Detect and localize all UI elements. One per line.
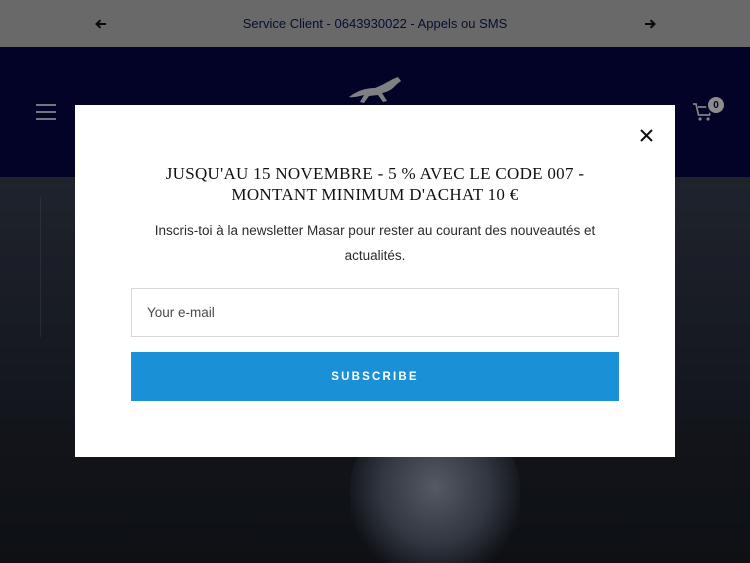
subscribe-button[interactable]: SUBSCRIBE — [131, 352, 619, 401]
newsletter-popup: JUSQU'AU 15 NOVEMBRE - 5 % AVEC LE CODE … — [75, 105, 675, 457]
popup-title: JUSQU'AU 15 NOVEMBRE - 5 % AVEC LE CODE … — [115, 163, 635, 205]
popup-description-line2: actualités. — [344, 248, 406, 263]
popup-description-line1: Inscris-toi à la newsletter Masar pour r… — [154, 223, 596, 238]
close-icon — [639, 128, 653, 142]
email-input[interactable] — [131, 288, 619, 337]
popup-title-line1: JUSQU'AU 15 NOVEMBRE - 5 % AVEC LE CODE … — [165, 164, 585, 183]
close-button[interactable] — [636, 125, 656, 145]
popup-description: Inscris-toi à la newsletter Masar pour r… — [115, 218, 635, 268]
popup-title-line2: MONTANT MINIMUM D'ACHAT 10 € — [231, 185, 519, 204]
